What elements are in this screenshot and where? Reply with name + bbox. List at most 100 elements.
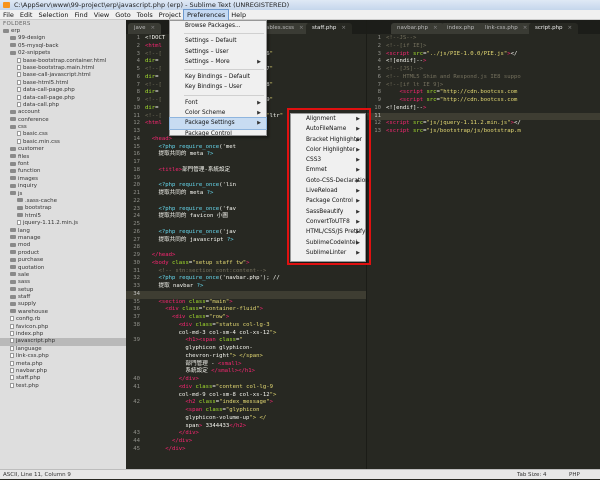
file-item[interactable]: jquery-1.11.2.min.js xyxy=(0,220,126,227)
code-line[interactable]: 38 <div class="status col-lg-3 xyxy=(126,322,366,330)
file-item[interactable]: link-css.php xyxy=(0,353,126,360)
folder-item[interactable]: supply xyxy=(0,301,126,308)
editor-tab[interactable]: navbar.php × xyxy=(391,23,444,34)
code-line[interactable]: 5 <!--[JS]--> xyxy=(367,66,600,74)
file-item[interactable]: data-call-page.php xyxy=(0,94,126,102)
file-item[interactable]: staff.php xyxy=(0,375,126,382)
code-area-right[interactable]: 1 <!--JS--> 2 <!--[if IE]> 3 <script src="../… xyxy=(367,35,600,469)
folder-item[interactable]: quotation xyxy=(0,265,126,272)
file-item[interactable]: config.rb xyxy=(0,316,126,323)
folder-item[interactable]: images xyxy=(0,176,126,183)
file-item[interactable]: base-html5.html xyxy=(0,79,126,87)
folder-item[interactable]: conference xyxy=(0,117,126,124)
folder-item[interactable]: .sass-cache xyxy=(0,198,126,205)
file-item[interactable]: base-call-javascript.html xyxy=(0,72,126,79)
file-item[interactable]: basic.min.css xyxy=(0,138,126,146)
close-icon[interactable]: × xyxy=(341,25,346,31)
code-line[interactable]: 12 <script src="js/jquery-1.11.2.min.js">… xyxy=(367,120,600,128)
folder-item[interactable]: font xyxy=(0,161,126,168)
file-item[interactable]: meta.php xyxy=(0,360,126,368)
file-item[interactable]: navbar.php xyxy=(0,367,126,375)
folder-item[interactable]: sass xyxy=(0,279,126,286)
menu-preferences[interactable]: Preferences xyxy=(183,9,230,21)
folder-item[interactable]: 02-snippets xyxy=(0,50,126,57)
menu-view[interactable]: View xyxy=(91,10,112,20)
file-item[interactable]: base-bootstrap.main.html xyxy=(0,64,126,72)
editor-tab[interactable]: staff.php × xyxy=(306,23,353,34)
code-line[interactable]: 31 <!-- stn:section cont:content--> xyxy=(126,268,366,276)
code-line[interactable]: 2 <!--[if IE]> xyxy=(367,43,600,51)
code-line[interactable]: 43 </div> xyxy=(126,430,366,438)
sidebar[interactable]: FOLDERS erp 99-design 05-mysql-back 02-snip… xyxy=(0,20,126,469)
editor-tab[interactable]: script.php × xyxy=(529,23,579,34)
folder-item[interactable]: staff xyxy=(0,294,126,301)
folder-item[interactable]: function xyxy=(0,168,126,175)
code-line[interactable]: <span class="glyphicon xyxy=(126,407,366,415)
file-item[interactable]: language xyxy=(0,345,126,353)
menu-item-color-scheme[interactable]: Color Scheme ▶ xyxy=(170,108,266,118)
file-item[interactable]: favicon.php xyxy=(0,323,126,331)
folder-item[interactable]: lang xyxy=(0,228,126,235)
folder-item[interactable]: manage xyxy=(0,235,126,242)
folder-item[interactable]: bootstrap xyxy=(0,205,126,212)
menu-tools[interactable]: Tools xyxy=(134,10,156,20)
code-line[interactable]: span> 3344433</h2> xyxy=(126,423,366,431)
editor-tab[interactable]: jave × xyxy=(128,23,162,34)
folder-item[interactable]: customer xyxy=(0,146,126,153)
code-line[interactable]: 33 提取 navbar ?> xyxy=(126,283,366,291)
menu-item-browse-packages[interactable]: Browse Packages... xyxy=(170,21,266,31)
code-line[interactable]: 6 <!-- HTML5 Shim and Respond.js IE8 supp… xyxy=(367,74,600,82)
code-line[interactable]: 10 <![endif]--> xyxy=(367,105,600,113)
file-tree[interactable]: erp 99-design 05-mysql-back 02-snippets base… xyxy=(0,28,126,390)
menu-file[interactable]: File xyxy=(0,10,17,20)
menu-help[interactable]: Help xyxy=(228,10,249,20)
menu-selection[interactable]: Selection xyxy=(35,10,71,20)
code-line[interactable]: col-md-9 col-sm-8 col-xs-12"> xyxy=(126,392,366,400)
folder-item[interactable]: js xyxy=(0,191,126,198)
editor-tab[interactable]: link-css.php × xyxy=(479,23,534,34)
menu-item-settings-more[interactable]: Settings – More ▶ xyxy=(170,57,266,67)
folder-item[interactable]: html5 xyxy=(0,213,126,220)
code-line[interactable]: 39 <h1><span class=" xyxy=(126,337,366,345)
menu-item-settings-user[interactable]: Settings – User xyxy=(170,47,266,57)
folder-item[interactable]: sale xyxy=(0,272,126,279)
code-line[interactable]: 9 <script src="http://cdn.bootcss.com xyxy=(367,97,600,105)
code-line[interactable]: 44 </div> xyxy=(126,438,366,446)
file-item[interactable]: basic.css xyxy=(0,131,126,138)
close-icon[interactable]: × xyxy=(433,25,438,31)
code-line[interactable]: 41 <div class="content col-lg-9 xyxy=(126,384,366,392)
menu-edit[interactable]: Edit xyxy=(17,10,36,20)
code-line[interactable]: 40 </div> xyxy=(126,376,366,384)
folder-item[interactable]: 99-design xyxy=(0,35,126,42)
folder-item[interactable]: css xyxy=(0,124,126,131)
code-line[interactable]: 13 <script src="js/bootstrap/js/bootstrap… xyxy=(367,128,600,136)
code-line[interactable]: 45 </div> xyxy=(126,446,366,454)
folder-item[interactable]: mod xyxy=(0,242,126,249)
file-item[interactable]: index.php xyxy=(0,331,126,338)
code-line[interactable]: glyphicon-volume-up"> </ xyxy=(126,415,366,423)
code-line[interactable]: 37 <div class="row"> xyxy=(126,314,366,322)
code-line[interactable]: col-md-3 col-sm-4 col-xs-12"> xyxy=(126,330,366,338)
code-line[interactable]: 3 <script src="../js/PIE-1.0.0/PIE.js"></ xyxy=(367,51,600,59)
file-item[interactable]: javascript.php xyxy=(0,338,126,346)
menu-item-key-bindings-user[interactable]: Key Bindings – User xyxy=(170,82,266,92)
code-line[interactable]: 7 <!--[if lt IE 9]> xyxy=(367,82,600,90)
code-line[interactable]: 42 <h2 class="index_message"> xyxy=(126,399,366,407)
folder-item[interactable]: product xyxy=(0,250,126,257)
menu-goto[interactable]: Goto xyxy=(112,10,134,20)
code-line[interactable]: chevron-right"> </span> xyxy=(126,353,366,361)
file-item[interactable]: data-call.php xyxy=(0,101,126,109)
close-icon[interactable]: × xyxy=(523,25,528,31)
menu-item-package-control[interactable]: Package Control xyxy=(170,129,266,139)
folder-item[interactable]: warehouse xyxy=(0,309,126,316)
code-line[interactable]: 34 xyxy=(126,290,366,299)
code-line[interactable]: 4 <![endif]--> xyxy=(367,58,600,66)
code-line[interactable]: 35 <section class="main"> xyxy=(126,299,366,307)
menu-item-settings-default[interactable]: Settings – Default xyxy=(170,36,266,46)
folder-item[interactable]: erp xyxy=(0,28,126,35)
file-item[interactable]: base-bootstrap.container.html xyxy=(0,57,126,65)
close-icon[interactable]: × xyxy=(568,25,573,31)
folder-item[interactable]: setup xyxy=(0,287,126,294)
folder-item[interactable]: files xyxy=(0,154,126,161)
menu-item-key-bindings-default[interactable]: Key Bindings – Default xyxy=(170,72,266,82)
